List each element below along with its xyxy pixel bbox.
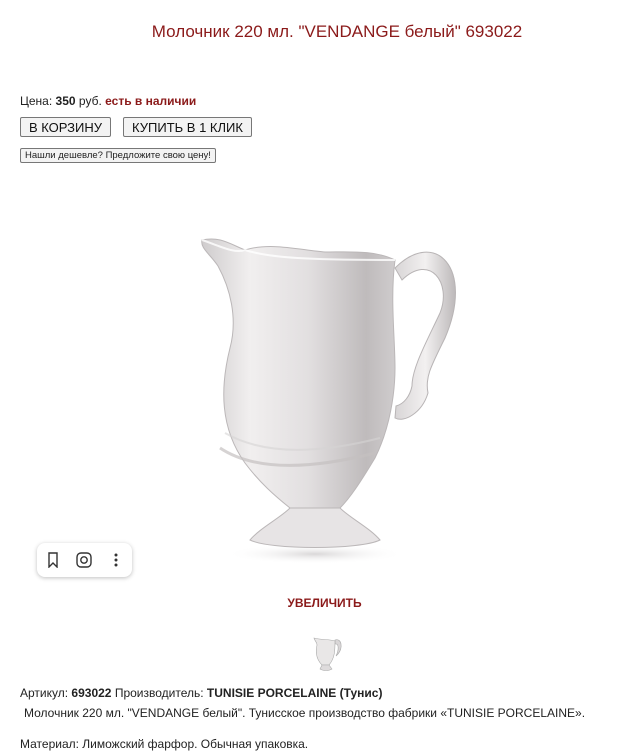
more-vertical-icon[interactable]	[104, 548, 128, 572]
image-toolbar	[37, 543, 132, 577]
price-value: 350	[55, 94, 76, 108]
price-line: Цена: 350 руб. есть в наличии	[20, 94, 196, 108]
product-image[interactable]	[190, 228, 470, 568]
price-currency: руб.	[78, 94, 102, 108]
offer-price-button[interactable]: Нашли дешевле? Предложите свою цену!	[20, 148, 216, 163]
article-value: 693022	[71, 686, 112, 700]
product-title: Молочник 220 мл. "VENDANGE белый" 693022	[151, 22, 523, 41]
product-meta: Артикул: 693022 Производитель: TUNISIE P…	[20, 686, 382, 700]
article-label: Артикул:	[20, 686, 69, 700]
price-label: Цена:	[20, 94, 53, 108]
product-description: Молочник 220 мл. "VENDANGE белый". Тунис…	[24, 706, 586, 720]
product-material: Материал: Лиможский фарфор. Обычная упак…	[20, 737, 309, 751]
bookmark-icon[interactable]	[41, 548, 65, 572]
manufacturer-value: TUNISIE PORCELAINE (Тунис)	[206, 686, 383, 700]
product-thumbnail[interactable]	[309, 634, 343, 674]
add-to-cart-button[interactable]: В КОРЗИНУ	[20, 117, 111, 137]
lens-search-icon[interactable]	[72, 548, 96, 572]
availability-status: есть в наличии	[105, 94, 197, 108]
zoom-link[interactable]: УВЕЛИЧИТЬ	[0, 596, 631, 610]
manufacturer-label: Производитель:	[114, 686, 204, 700]
buy-one-click-button[interactable]: КУПИТЬ В 1 КЛИК	[123, 117, 252, 137]
